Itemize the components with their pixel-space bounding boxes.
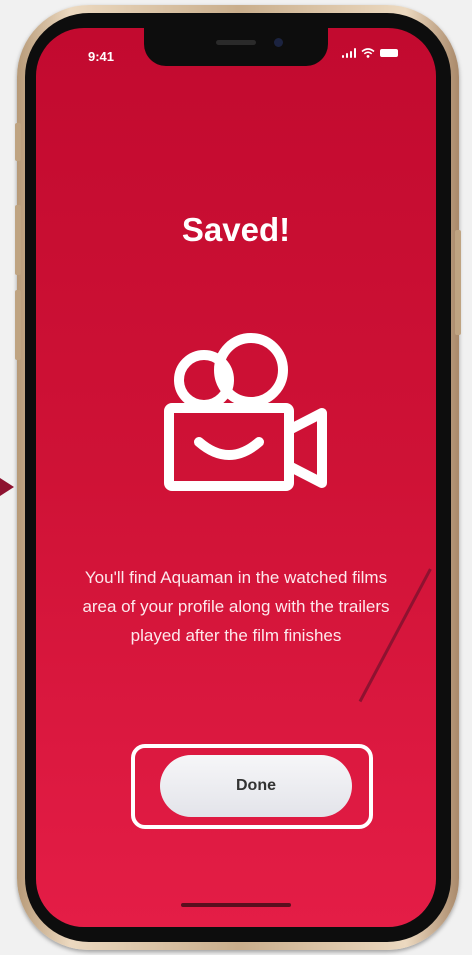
home-indicator[interactable] — [181, 903, 291, 907]
mute-switch — [15, 123, 21, 161]
app-screen: 9:41 Saved! You'll find Aquaman in the w… — [36, 28, 436, 927]
power-button — [455, 230, 461, 335]
volume-up-button — [15, 205, 21, 275]
annotation-arrow — [0, 478, 14, 496]
battery-icon — [380, 49, 398, 57]
wifi-icon — [361, 48, 375, 58]
notch — [144, 28, 328, 66]
speaker-grille — [216, 40, 256, 45]
done-button[interactable]: Done — [160, 755, 352, 817]
status-icons — [341, 48, 398, 58]
page-title: Saved! — [181, 211, 291, 248]
signal-icon — [341, 48, 356, 58]
confirmation-message: You'll find Aquaman in the watched films… — [82, 568, 390, 645]
movie-camera-icon — [164, 333, 327, 491]
volume-down-button — [15, 290, 21, 360]
front-camera — [274, 38, 283, 47]
status-time: 9:41 — [88, 49, 115, 64]
